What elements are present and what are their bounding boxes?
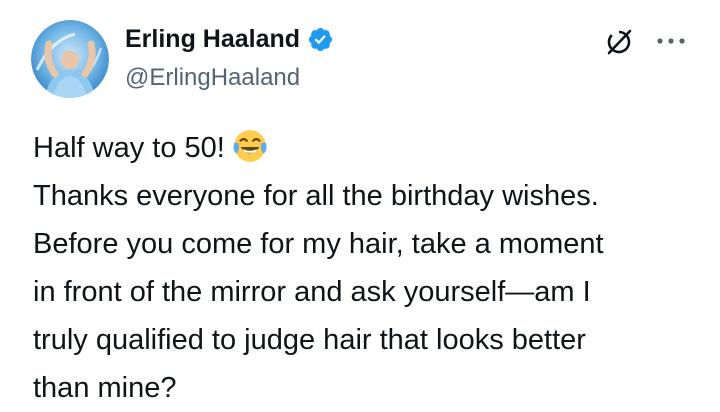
post-line: Half way to 50! [33, 124, 713, 172]
post-line: Before you come for my hair, take a mome… [33, 228, 604, 260]
post-line: truly qualified to judge hair that looks… [33, 324, 586, 356]
grok-button[interactable] [603, 26, 635, 58]
grok-icon [607, 29, 632, 55]
post-line: in front of the mirror and ask yourself—… [33, 276, 591, 308]
face-with-tears-of-joy-icon [233, 130, 267, 163]
author-display-name[interactable]: Erling Haaland [125, 24, 300, 54]
verified-badge-icon [309, 27, 333, 51]
avatar[interactable] [31, 20, 109, 98]
author-name-row[interactable]: Erling Haaland [125, 24, 334, 54]
post-text: Half way to 50! Thanks everyone for all … [33, 124, 713, 412]
post-line: than mine? [33, 372, 177, 404]
post-line-text: Half way to 50! [33, 132, 225, 164]
more-options-icon [657, 38, 685, 44]
more-options-button[interactable] [656, 34, 686, 46]
post-line: Thanks everyone for all the birthday wis… [33, 180, 599, 212]
author-handle[interactable]: @ErlingHaaland [125, 64, 300, 92]
profile-photo-icon [31, 20, 109, 98]
